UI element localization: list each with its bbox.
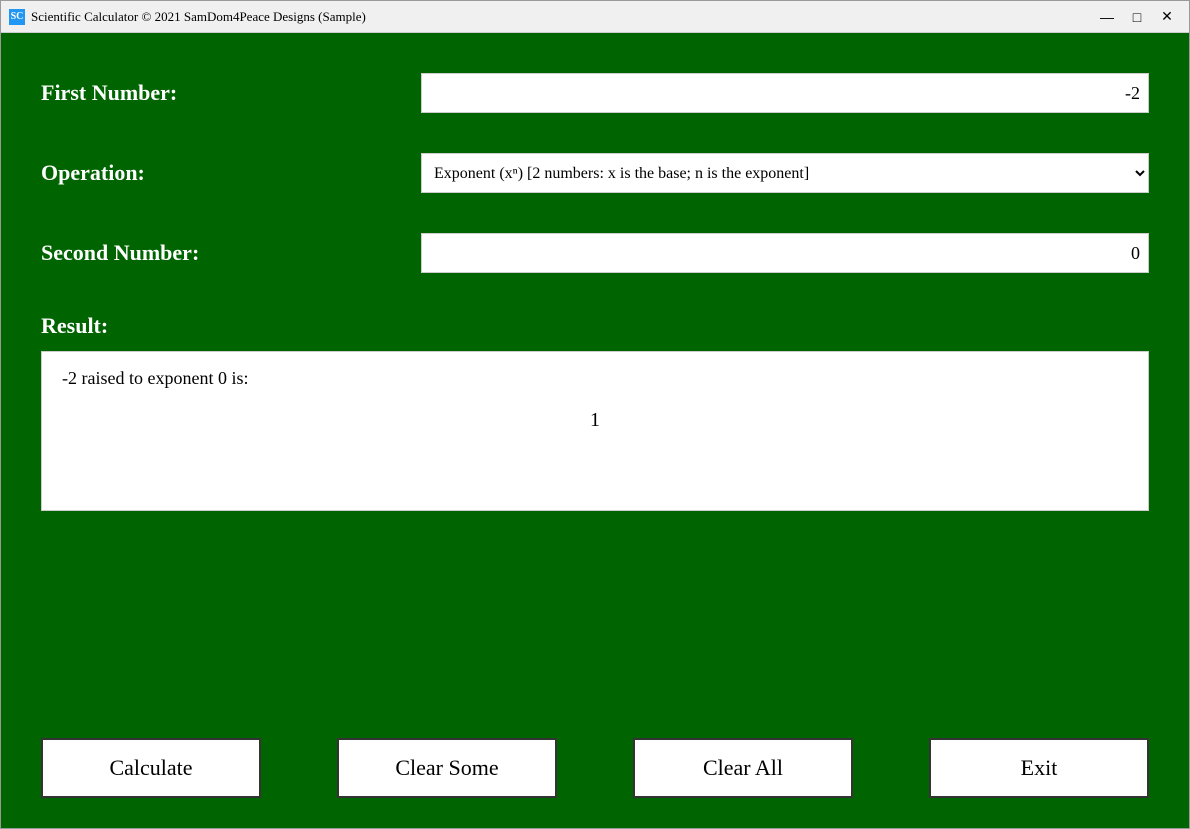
- close-button[interactable]: ✕: [1153, 7, 1181, 27]
- main-content: First Number: Operation: Exponent (xⁿ) […: [1, 33, 1189, 828]
- title-bar-left: SC Scientific Calculator © 2021 SamDom4P…: [9, 9, 366, 25]
- second-number-row: Second Number:: [41, 233, 1149, 273]
- result-section: Result: -2 raised to exponent 0 is: 1: [41, 313, 1149, 511]
- result-label: Result:: [41, 313, 1149, 339]
- button-row: Calculate Clear Some Clear All Exit: [41, 728, 1149, 808]
- app-icon: SC: [9, 9, 25, 25]
- app-window: SC Scientific Calculator © 2021 SamDom4P…: [0, 0, 1190, 829]
- clear-all-button[interactable]: Clear All: [633, 738, 853, 798]
- exit-button[interactable]: Exit: [929, 738, 1149, 798]
- operation-label: Operation:: [41, 160, 421, 186]
- first-number-row: First Number:: [41, 73, 1149, 113]
- calculate-button[interactable]: Calculate: [41, 738, 261, 798]
- second-number-label: Second Number:: [41, 240, 421, 266]
- operation-select[interactable]: Exponent (xⁿ) [2 numbers: x is the base;…: [421, 153, 1149, 193]
- window-title: Scientific Calculator © 2021 SamDom4Peac…: [31, 9, 366, 25]
- result-value: 1: [62, 401, 1128, 440]
- maximize-button[interactable]: □: [1123, 7, 1151, 27]
- result-box: -2 raised to exponent 0 is: 1: [41, 351, 1149, 511]
- first-number-label: First Number:: [41, 80, 421, 106]
- second-number-input[interactable]: [421, 233, 1149, 273]
- result-title: -2 raised to exponent 0 is:: [62, 368, 1128, 389]
- title-bar: SC Scientific Calculator © 2021 SamDom4P…: [1, 1, 1189, 33]
- first-number-input[interactable]: [421, 73, 1149, 113]
- clear-some-button[interactable]: Clear Some: [337, 738, 557, 798]
- title-bar-controls: — □ ✕: [1093, 7, 1181, 27]
- minimize-button[interactable]: —: [1093, 7, 1121, 27]
- operation-row: Operation: Exponent (xⁿ) [2 numbers: x i…: [41, 153, 1149, 193]
